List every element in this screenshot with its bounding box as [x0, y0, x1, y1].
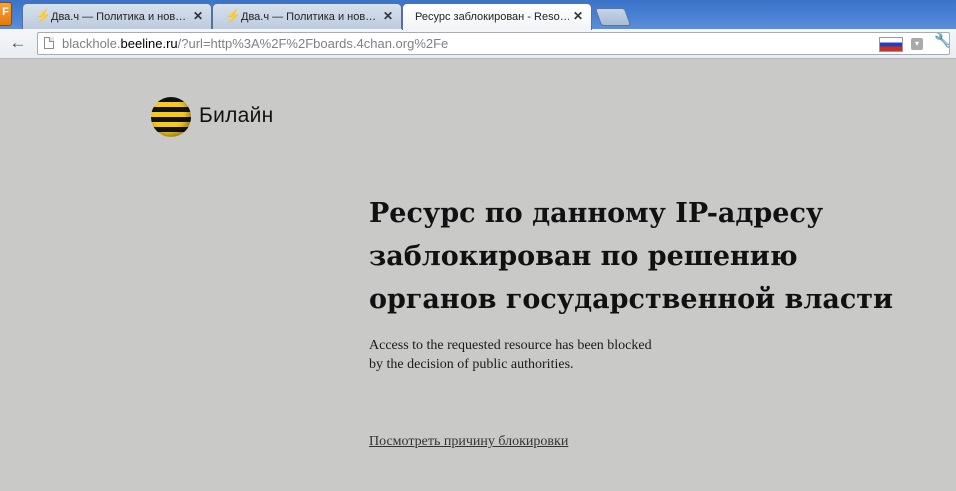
tab-strip: F ⚡ Два.ч — Политика и нов… ✕ ⚡ Два.ч — … — [0, 0, 956, 30]
headline-line: органов государственной власти — [369, 284, 894, 315]
tab-title: Два.ч — Политика и нов… — [51, 11, 187, 23]
chevron-down-icon[interactable]: ▾ — [911, 38, 923, 50]
url-host: beeline.ru — [120, 36, 178, 51]
beeline-logo-icon — [151, 97, 191, 137]
url-text[interactable]: blackhole.beeline.ru/?url=http%3A%2F%2Fb… — [62, 36, 448, 52]
brand-name: Билайн — [199, 104, 274, 127]
address-bar[interactable]: blackhole.beeline.ru/?url=http%3A%2F%2Fb… — [37, 32, 950, 55]
notice-line: by the decision of public authorities. — [369, 357, 574, 372]
url-rest: /?url=http%3A%2F%2Fboards.4chan.org%2Fe — [177, 36, 449, 51]
new-tab-button[interactable] — [594, 8, 632, 26]
lightning-icon: ⚡ — [35, 8, 52, 23]
close-icon[interactable]: ✕ — [193, 9, 203, 23]
headline-line: Ресурс по данному IP-адресу — [369, 198, 824, 229]
block-reason-link[interactable]: Посмотреть причину блокировки — [369, 433, 568, 451]
tab-dvach-2[interactable]: ⚡ Два.ч — Политика и нов… ✕ — [212, 3, 402, 29]
app-menu-button[interactable]: F — [0, 2, 12, 26]
tab-title: Два.ч — Политика и нов… — [241, 11, 377, 23]
tab-dvach-1[interactable]: ⚡ Два.ч — Политика и нов… ✕ — [22, 3, 212, 29]
wrench-icon[interactable]: 🔧 — [934, 31, 952, 49]
back-button[interactable]: ← — [6, 32, 30, 54]
close-icon[interactable]: ✕ — [383, 9, 393, 23]
url-prefix: blackhole. — [62, 36, 121, 51]
english-notice: Access to the requested resource has bee… — [369, 336, 769, 374]
tab-blocked-resource[interactable]: Ресурс заблокирован - Reso… ✕ — [402, 3, 592, 30]
notice-line: Access to the requested resource has bee… — [369, 338, 652, 353]
headline-line: заблокирован по решению — [369, 241, 798, 272]
russia-flag-icon[interactable] — [879, 37, 903, 52]
page-title: Ресурс по данному IP-адресу заблокирован… — [369, 192, 929, 321]
lightning-icon: ⚡ — [225, 8, 242, 23]
close-icon[interactable]: ✕ — [573, 9, 583, 23]
tab-title: Ресурс заблокирован - Reso… — [415, 11, 569, 23]
browser-toolbar: ← blackhole.beeline.ru/?url=http%3A%2F%2… — [0, 29, 956, 59]
page-icon — [44, 37, 54, 49]
